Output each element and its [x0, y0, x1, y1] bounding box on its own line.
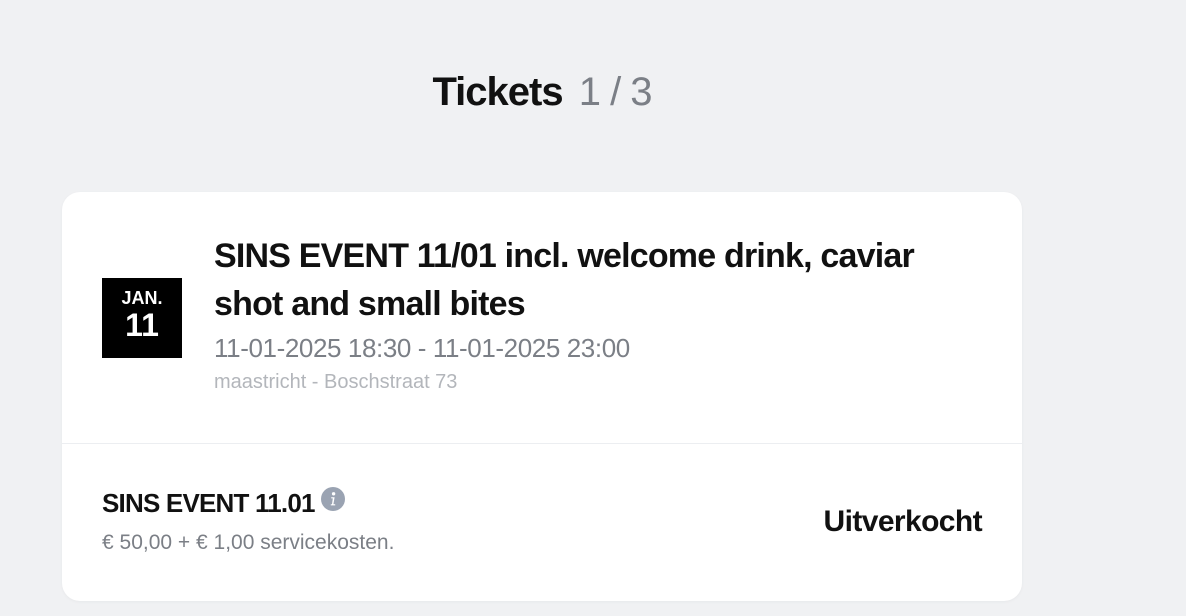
event-datetime: 11-01-2025 18:30 - 11-01-2025 23:00 — [214, 333, 630, 363]
ticket-price: € 50,00 + € 1,00 servicekosten. — [102, 531, 395, 554]
date-badge-day: 11 — [125, 307, 159, 343]
date-badge: JAN. 11 — [102, 278, 182, 358]
event-section: JAN. 11 SINS EVENT 11/01 incl. welcome d… — [62, 192, 1022, 444]
ticket-card: JAN. 11 SINS EVENT 11/01 incl. welcome d… — [62, 192, 1022, 601]
info-icon[interactable] — [320, 487, 345, 511]
ticket-name: SINS EVENT 11.01 — [102, 488, 315, 518]
page-header: Tickets 1 / 3 — [0, 66, 1084, 118]
event-location: maastricht - Boschstraat 73 — [214, 371, 458, 393]
event-title: SINS EVENT 11/01 incl. welcome drink, ca… — [214, 237, 915, 323]
event-info: SINS EVENT 11/01 incl. welcome drink, ca… — [214, 232, 974, 396]
date-badge-month: JAN. — [121, 288, 163, 308]
ticket-counter: 1 / 3 — [578, 70, 653, 114]
ticket-name-row: SINS EVENT 11.01 — [102, 486, 345, 520]
sold-out-status: Uitverkocht — [823, 505, 983, 538]
page-title: Tickets — [432, 70, 563, 114]
ticket-type-row: SINS EVENT 11.01 € 50,00 + € 1,00 servic… — [62, 444, 1022, 601]
